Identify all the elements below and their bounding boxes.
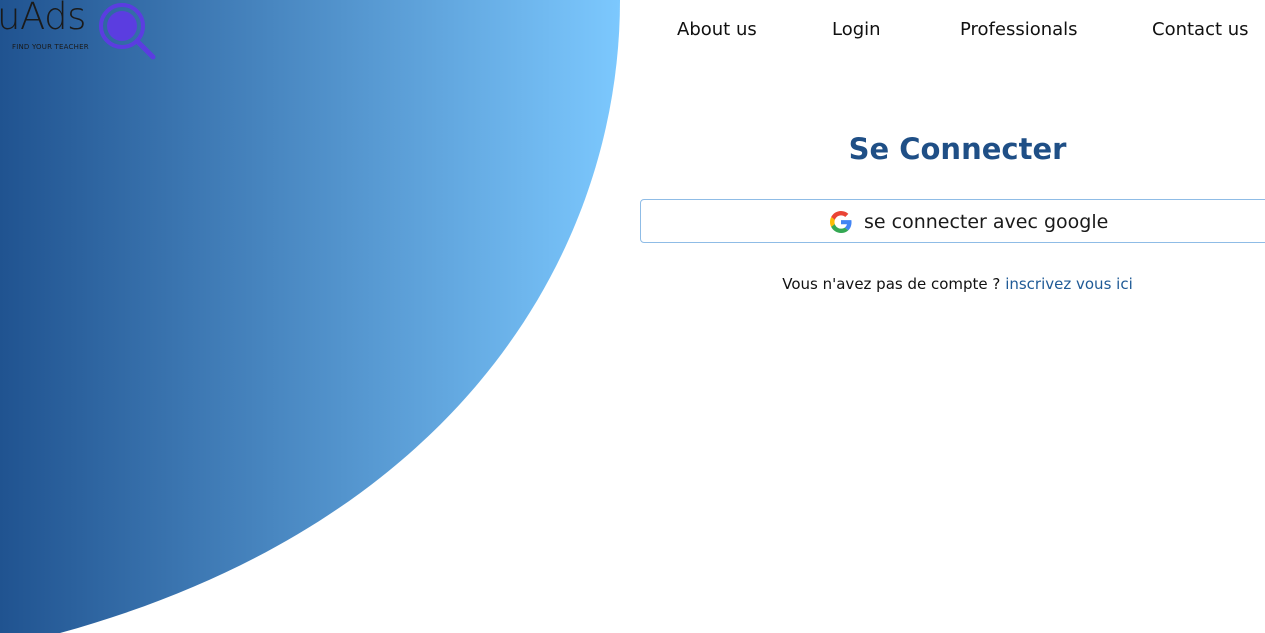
google-button-label: se connecter avec google bbox=[864, 211, 1109, 233]
nav-contact-us[interactable]: Contact us bbox=[1152, 16, 1249, 44]
logo-tagline: FIND YOUR TEACHER bbox=[12, 43, 89, 51]
hero-gradient-shape bbox=[0, 0, 640, 633]
brand-logo[interactable]: uAds FIND YOUR TEACHER bbox=[0, 0, 160, 62]
magnifier-icon bbox=[99, 3, 156, 60]
nav-about-us[interactable]: About us bbox=[677, 16, 757, 44]
login-page: uAds FIND YOUR TEACHER About us Login Pr… bbox=[0, 0, 1265, 633]
page-title: Se Connecter bbox=[848, 132, 1067, 166]
logo-wordmark: uAds bbox=[0, 0, 86, 38]
nav-professionals[interactable]: Professionals bbox=[960, 16, 1078, 44]
google-signin-button[interactable]: se connecter avec google bbox=[640, 199, 1265, 243]
nav-login[interactable]: Login bbox=[832, 16, 881, 44]
google-icon bbox=[830, 211, 852, 233]
google-button-content: se connecter avec google bbox=[830, 200, 1108, 244]
signup-prompt-line: Vous n'avez pas de compte ? inscrivez vo… bbox=[640, 275, 1265, 293]
signup-prompt-text: Vous n'avez pas de compte ? bbox=[782, 275, 1001, 293]
signup-link[interactable]: inscrivez vous ici bbox=[1005, 275, 1133, 293]
